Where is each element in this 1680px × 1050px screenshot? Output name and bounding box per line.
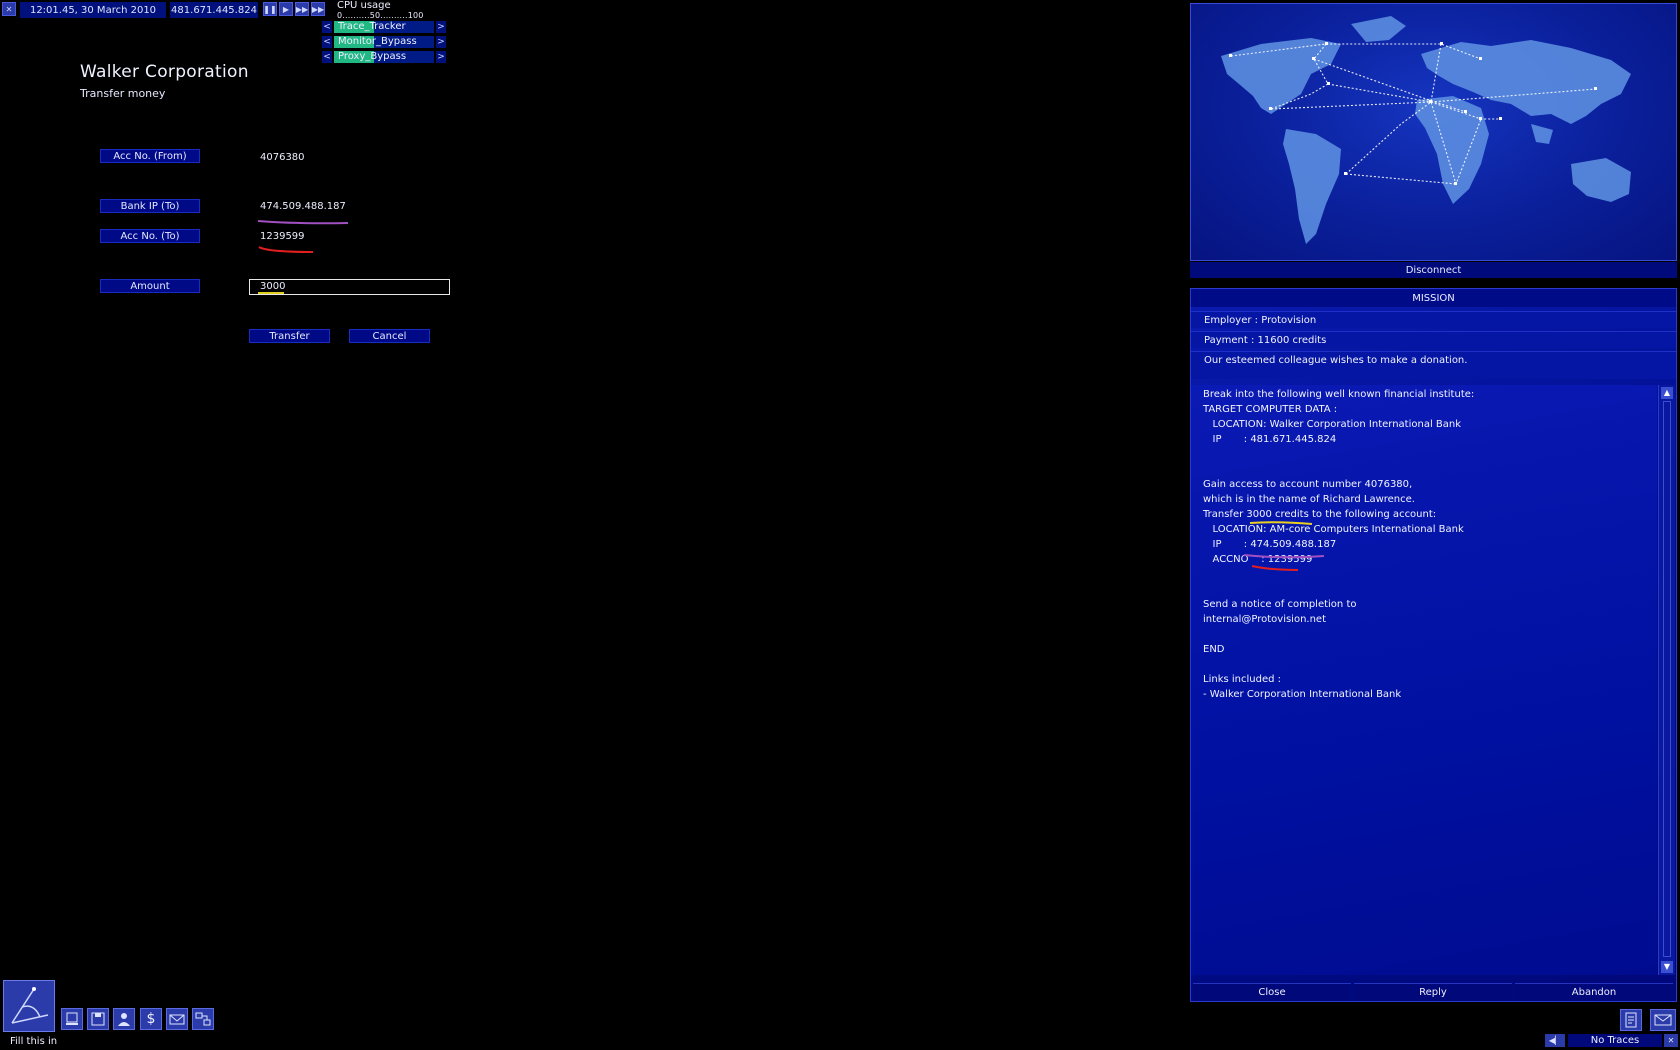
mission-body-line: Gain access to account number 4076380,: [1203, 479, 1413, 490]
gateway-icon[interactable]: [3, 980, 55, 1032]
computer-icon[interactable]: [61, 1008, 83, 1030]
scroll-track[interactable]: [1663, 401, 1671, 957]
transfer-button[interactable]: Transfer: [249, 329, 330, 343]
increase-cpu-icon[interactable]: >: [436, 51, 446, 63]
clock: 12:01.45, 30 March 2010: [20, 2, 166, 18]
decrease-cpu-icon[interactable]: <: [322, 51, 332, 63]
cpu-bar: Trace_Tracker: [334, 21, 434, 33]
cancel-button[interactable]: Cancel: [349, 329, 430, 343]
mission-purple-underline: [1243, 554, 1325, 559]
acc-to-label: Acc No. (To): [100, 229, 200, 243]
amount-input[interactable]: 3000: [249, 279, 450, 295]
mission-body-line: TARGET COMPUTER DATA :: [1203, 404, 1338, 415]
program-trace-tracker[interactable]: < Trace_Tracker >: [322, 21, 446, 33]
cpu-usage-scale: 0..........50..........100: [337, 11, 424, 20]
program-label: Trace_Tracker: [338, 21, 406, 32]
bank-ip-value[interactable]: 474.509.488.187: [260, 201, 346, 212]
mission-employer: Employer : Protovision: [1191, 311, 1676, 328]
mission-body-line: Break into the following well known fina…: [1203, 389, 1475, 400]
program-label: Proxy_Bypass: [338, 51, 407, 62]
acc-from-value: 4076380: [260, 152, 305, 163]
reply-button[interactable]: Reply: [1354, 983, 1512, 1001]
decrease-cpu-icon[interactable]: <: [322, 21, 332, 33]
amount-label: Amount: [100, 279, 200, 293]
fastest-forward-icon[interactable]: ▶▶: [311, 2, 325, 16]
play-icon[interactable]: ▶: [279, 2, 293, 16]
trace-right-icon[interactable]: ✕: [1664, 1034, 1678, 1047]
mission-body-line: IP : 474.509.488.187: [1203, 539, 1337, 550]
mission-body-line: Send a notice of completion to: [1203, 599, 1357, 610]
cpu-bar: Proxy_Bypass: [334, 51, 434, 63]
yellow-underline: [1249, 521, 1313, 525]
finance-icon[interactable]: $: [140, 1008, 162, 1030]
mission-body-line: which is in the name of Richard Lawrence…: [1203, 494, 1415, 505]
trace-status: No Traces: [1568, 1034, 1662, 1047]
mission-body-line: Links included :: [1203, 674, 1281, 685]
decrease-cpu-icon[interactable]: <: [322, 36, 332, 48]
notes-icon[interactable]: [1620, 1009, 1642, 1031]
trace-left-icon[interactable]: ◀▏: [1545, 1034, 1565, 1047]
amount-input-value: 3000: [260, 281, 286, 292]
abandon-button[interactable]: Abandon: [1515, 983, 1673, 1001]
email-icon[interactable]: [166, 1008, 188, 1030]
mission-body-line: Transfer 3000 credits to the following a…: [1203, 509, 1437, 520]
disconnect-button[interactable]: Disconnect: [1190, 262, 1677, 278]
mission-body-line: internal@Protovision.net: [1203, 614, 1327, 625]
mission-body-line: END: [1203, 644, 1225, 655]
page-subtitle: Transfer money: [80, 87, 166, 100]
mission-summary: Our esteemed colleague wishes to make a …: [1191, 351, 1676, 379]
mission-header: MISSION: [1191, 289, 1676, 307]
mission-body-line: LOCATION: AM-core Computers Internationa…: [1203, 524, 1464, 535]
bank-ip-label: Bank IP (To): [100, 199, 200, 213]
save-icon[interactable]: [87, 1008, 109, 1030]
mission-red-underline: [1251, 565, 1299, 571]
cpu-usage-label: CPU usage: [337, 0, 391, 11]
fast-forward-icon[interactable]: ▶▶: [295, 2, 309, 16]
increase-cpu-icon[interactable]: >: [436, 36, 446, 48]
person-icon[interactable]: [113, 1008, 135, 1030]
page-title: Walker Corporation: [80, 62, 249, 82]
mission-payment: Payment : 11600 credits: [1191, 331, 1676, 348]
acc-to-value[interactable]: 1239599: [260, 231, 305, 242]
mission-body-line: LOCATION: Walker Corporation Internation…: [1203, 419, 1462, 430]
scroll-down-icon[interactable]: ▼: [1661, 961, 1673, 973]
increase-cpu-icon[interactable]: >: [436, 21, 446, 33]
close-app-icon[interactable]: ✕: [2, 2, 16, 16]
pause-icon[interactable]: ❚❚: [263, 2, 277, 16]
mission-body-line: IP : 481.671.445.824: [1203, 434, 1337, 445]
close-button[interactable]: Close: [1193, 983, 1351, 1001]
inbox-icon[interactable]: [1650, 1009, 1676, 1031]
text-cursor-highlight: [258, 292, 284, 294]
acc-from-label: Acc No. (From): [100, 149, 200, 163]
local-ip: 481.671.445.824: [170, 2, 258, 18]
world-map[interactable]: [1190, 3, 1677, 261]
scroll-up-icon[interactable]: ▲: [1661, 387, 1673, 399]
scrollbar[interactable]: ▲ ▼: [1658, 385, 1675, 975]
red-underline: [258, 246, 314, 253]
program-monitor-bypass[interactable]: < Monitor_Bypass >: [322, 36, 446, 48]
program-label: Monitor_Bypass: [338, 36, 417, 47]
program-proxy-bypass[interactable]: < Proxy_Bypass >: [322, 51, 446, 63]
cpu-bar: Monitor_Bypass: [334, 36, 434, 48]
purple-underline: [257, 220, 349, 225]
status-hint: Fill this in: [10, 1036, 58, 1047]
world-map-graphic: [1221, 16, 1631, 244]
connections-icon[interactable]: [192, 1008, 214, 1030]
mission-body-line: - Walker Corporation International Bank: [1203, 689, 1402, 700]
